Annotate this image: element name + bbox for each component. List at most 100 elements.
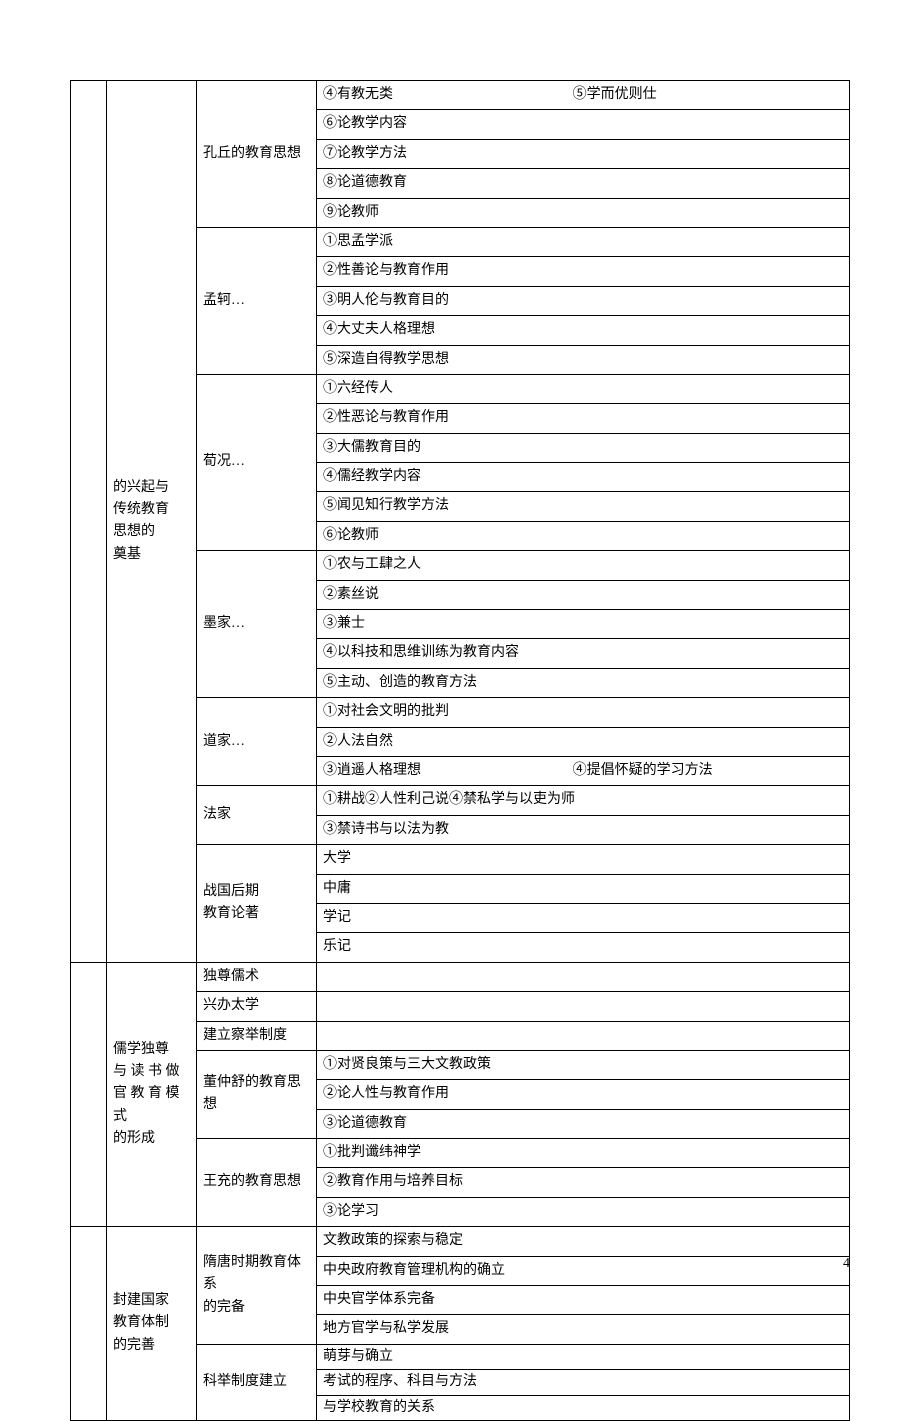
level2-label: 荀况… — [203, 454, 245, 469]
detail-cell: ⑤闻见知行教学方法 — [317, 492, 850, 521]
detail-text: ③兼士 — [323, 616, 365, 631]
detail-text: ④儒经教学内容 — [323, 469, 421, 484]
level1-line: 奠基 — [113, 547, 141, 562]
detail-text: ①批判谶纬神学 — [323, 1145, 421, 1160]
detail-cell: ①批判谶纬神学 — [317, 1139, 850, 1168]
detail-text: ④有教无类 — [323, 84, 573, 106]
detail-cell: ③论学习 — [317, 1197, 850, 1226]
level2-cell: 建立察举制度 — [197, 1021, 317, 1050]
detail-cell: ①对贤良策与三大文教政策 — [317, 1050, 850, 1079]
level2-line: 教育论著 — [203, 906, 259, 921]
detail-text: ⑨论教师 — [323, 205, 379, 220]
detail-text: ④大丈夫人格理想 — [323, 322, 435, 337]
detail-text: ②人法自然 — [323, 734, 393, 749]
detail-cell: 乐记 — [317, 933, 850, 962]
detail-cell: 中央政府教育管理机构的确立 — [317, 1256, 850, 1285]
level2-label: 孟轲… — [203, 293, 245, 308]
detail-cell: 考试的程序、科目与方法 — [317, 1370, 850, 1395]
level2-label: 兴办太学 — [203, 998, 259, 1013]
detail-cell: ⑥论教学内容 — [317, 110, 850, 139]
detail-text: 乐记 — [323, 939, 351, 954]
level1-cell: 的兴起与 传统教育 思想的 奠基 — [107, 81, 197, 963]
detail-text: 地方官学与私学发展 — [323, 1321, 449, 1336]
detail-cell: ⑤深造自得教学思想 — [317, 345, 850, 374]
detail-cell: ②素丝说 — [317, 580, 850, 609]
detail-text: ①六经传人 — [323, 381, 393, 396]
detail-cell: ①对社会文明的批判 — [317, 698, 850, 727]
level2-cell: 王充的教育思想 — [197, 1139, 317, 1227]
level2-label: 科举制度建立 — [203, 1374, 287, 1389]
level1-line: 的形成 — [113, 1131, 155, 1146]
detail-text: 中庸 — [323, 881, 351, 896]
detail-cell: 文教政策的探索与稳定 — [317, 1227, 850, 1256]
detail-cell: ⑧论道德教育 — [317, 169, 850, 198]
level1-line: 教育体制 — [113, 1315, 169, 1330]
detail-text: ⑤深造自得教学思想 — [323, 352, 449, 367]
level2-line: 战国后期 — [203, 884, 259, 899]
level2-cell: 董仲舒的教育思想 — [197, 1050, 317, 1138]
level0-cell — [71, 1227, 107, 1421]
detail-text: 中央官学体系完备 — [323, 1292, 435, 1307]
detail-text: 考试的程序、科目与方法 — [323, 1374, 477, 1389]
detail-text: 文教政策的探索与稳定 — [323, 1233, 463, 1248]
detail-text: ⑥论教学内容 — [323, 116, 407, 131]
detail-text: ②性恶论与教育作用 — [323, 410, 449, 425]
level2-cell: 道家… — [197, 698, 317, 786]
detail-text: ①思孟学派 — [323, 234, 393, 249]
level0-cell — [71, 81, 107, 963]
detail-cell: 萌芽与确立 — [317, 1344, 850, 1369]
level2-line: 隋唐时期教育体系 — [203, 1255, 301, 1292]
detail-cell: ②人法自然 — [317, 727, 850, 756]
detail-text: ③论学习 — [323, 1204, 379, 1219]
level2-label: 董仲舒的教育思想 — [203, 1075, 301, 1112]
detail-text: ②素丝说 — [323, 587, 379, 602]
level2-label: 王充的教育思想 — [203, 1174, 301, 1189]
level2-cell: 独尊儒术 — [197, 962, 317, 991]
detail-cell: 中庸 — [317, 874, 850, 903]
detail-cell: ①农与工肆之人 — [317, 551, 850, 580]
detail-cell: 大学 — [317, 845, 850, 874]
level2-cell: 法家 — [197, 786, 317, 845]
detail-cell: 与学校教育的关系 — [317, 1395, 850, 1420]
detail-text: ⑥论教师 — [323, 528, 379, 543]
detail-cell: ①耕战②人性利己说④禁私学与以吏为师 — [317, 786, 850, 815]
detail-cell: ④以科技和思维训练为教育内容 — [317, 639, 850, 668]
detail-text: ②性善论与教育作用 — [323, 263, 449, 278]
detail-text: ⑧论道德教育 — [323, 175, 407, 190]
detail-cell — [317, 962, 850, 991]
detail-text: ③大儒教育目的 — [323, 440, 421, 455]
detail-cell: ③大儒教育目的 — [317, 433, 850, 462]
level2-cell: 隋唐时期教育体系 的完备 — [197, 1227, 317, 1345]
detail-cell: ③兼士 — [317, 610, 850, 639]
level1-line: 官 教 育 模 — [113, 1086, 180, 1101]
detail-text: 中央政府教育管理机构的确立 — [323, 1263, 505, 1278]
detail-cell: ③禁诗书与以法为教 — [317, 815, 850, 844]
level1-line: 的兴起与 — [113, 480, 169, 495]
detail-text: ④提倡怀疑的学习方法 — [573, 760, 843, 782]
level2-cell: 墨家… — [197, 551, 317, 698]
detail-text: ①农与工肆之人 — [323, 557, 421, 572]
detail-cell: ⑨论教师 — [317, 198, 850, 227]
level2-label: 独尊儒术 — [203, 969, 259, 984]
detail-cell: ④大丈夫人格理想 — [317, 316, 850, 345]
detail-text: ⑤主动、创造的教育方法 — [323, 675, 477, 690]
level1-cell: 儒学独尊 与 读 书 做 官 教 育 模 式 的形成 — [107, 962, 197, 1227]
level1-line: 封建国家 — [113, 1293, 169, 1308]
level0-cell — [71, 962, 107, 1227]
detail-text: ①对社会文明的批判 — [323, 704, 449, 719]
table-row: 封建国家 教育体制 的完善 隋唐时期教育体系 的完备 文教政策的探索与稳定 — [71, 1227, 850, 1256]
detail-cell: ③明人伦与教育目的 — [317, 286, 850, 315]
detail-cell — [317, 992, 850, 1021]
document-page: 的兴起与 传统教育 思想的 奠基 孔丘的教育思想 ④有教无类 ⑤学而优则仕 ⑥论… — [0, 0, 920, 1302]
detail-text: ②教育作用与培养目标 — [323, 1174, 463, 1189]
level1-line: 传统教育 — [113, 502, 169, 517]
detail-cell: ⑦论教学方法 — [317, 139, 850, 168]
detail-cell: ①六经传人 — [317, 374, 850, 403]
detail-cell: ④有教无类 ⑤学而优则仕 — [317, 81, 850, 110]
detail-cell: ①思孟学派 — [317, 227, 850, 256]
level1-line: 思想的 — [113, 524, 155, 539]
level2-cell: 战国后期 教育论著 — [197, 845, 317, 963]
page-number-text: 4 — [843, 1256, 850, 1271]
detail-text: ②论人性与教育作用 — [323, 1086, 449, 1101]
detail-text: ③逍遥人格理想 — [323, 760, 573, 782]
